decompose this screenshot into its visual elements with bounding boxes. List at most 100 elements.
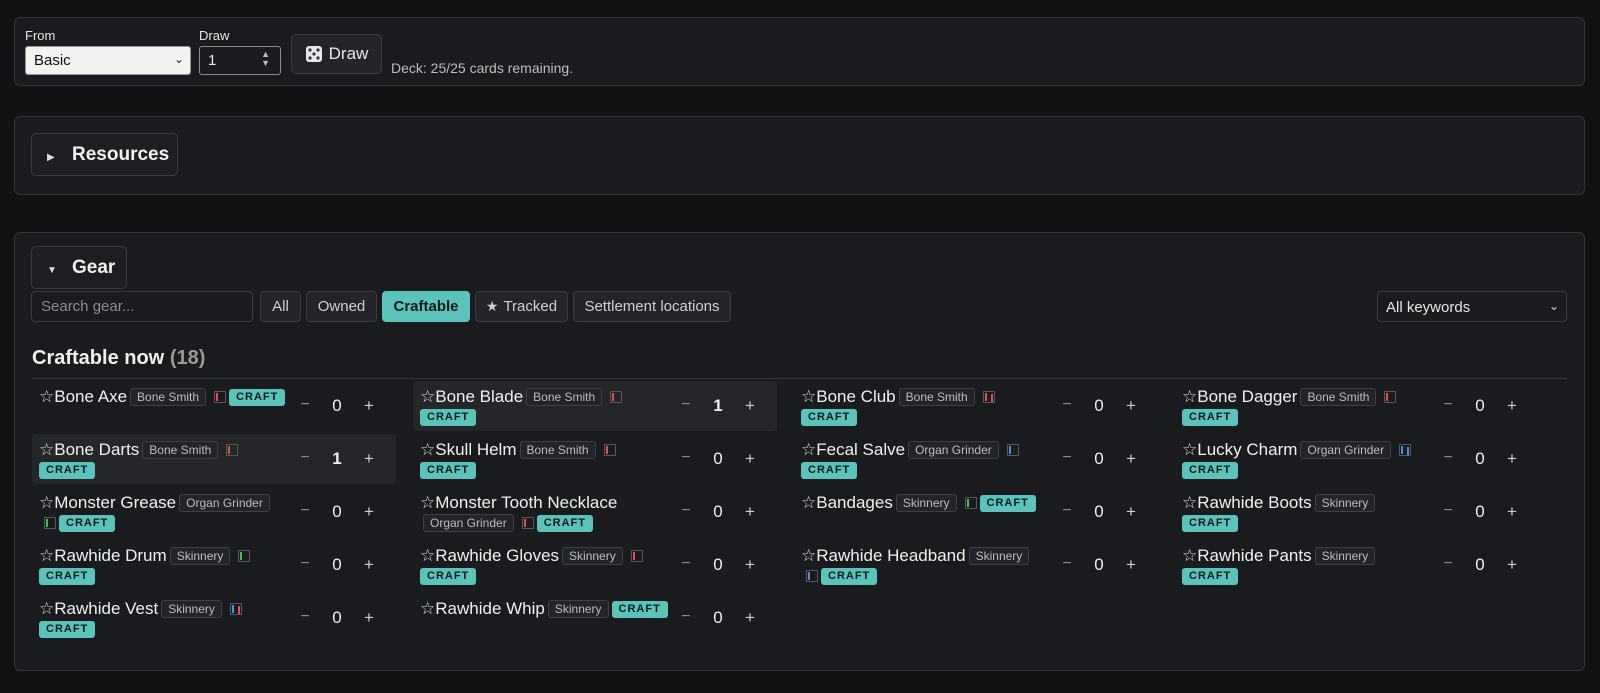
increment-button[interactable]: + [1503, 449, 1521, 469]
star-outline-icon[interactable]: ☆ [801, 440, 816, 459]
filter-craftable-label: Craftable [393, 298, 459, 315]
craft-button[interactable]: CRAFT [1182, 408, 1239, 426]
craft-button[interactable]: CRAFT [536, 514, 593, 532]
stepper-arrows-icon[interactable]: ▲ ▼ [261, 50, 270, 68]
craft-button[interactable]: CRAFT [39, 461, 96, 479]
craft-button[interactable]: CRAFT [1182, 567, 1239, 585]
star-outline-icon[interactable]: ☆ [801, 546, 816, 565]
star-outline-icon[interactable]: ☆ [39, 440, 54, 459]
quantity-stepper: −0 + [1058, 502, 1148, 522]
increment-button[interactable]: + [360, 396, 378, 416]
craft-button[interactable]: CRAFT [39, 567, 96, 585]
star-outline-icon[interactable]: ☆ [420, 440, 435, 459]
increment-button[interactable]: + [741, 396, 759, 416]
increment-button[interactable]: + [360, 502, 378, 522]
craft-button[interactable]: CRAFT [801, 408, 858, 426]
decrement-button[interactable]: − [677, 608, 695, 626]
decrement-button[interactable]: − [1439, 502, 1457, 520]
star-outline-icon[interactable]: ☆ [801, 493, 816, 512]
increment-button[interactable]: + [1122, 502, 1140, 522]
decrement-button[interactable]: − [296, 396, 314, 414]
decrement-button[interactable]: − [296, 449, 314, 467]
from-select[interactable]: Basic ⌄ [25, 46, 191, 75]
craft-button[interactable]: CRAFT [1182, 461, 1239, 479]
quantity-stepper: −0 + [1439, 502, 1529, 522]
decrement-button[interactable]: − [1439, 396, 1457, 414]
gear-name: Bone Axe [54, 387, 128, 406]
filter-settlement-locations[interactable]: Settlement locations [573, 291, 731, 322]
gear-row: ☆Bone Darts Bone Smith CRAFT −1 + [32, 434, 396, 484]
craft-button[interactable]: CRAFT [611, 600, 668, 618]
increment-button[interactable]: + [360, 555, 378, 575]
increment-button[interactable]: + [360, 608, 378, 628]
increment-button[interactable]: + [1122, 396, 1140, 416]
decrement-button[interactable]: − [296, 608, 314, 626]
decrement-button[interactable]: − [1439, 449, 1457, 467]
keywords-select[interactable]: All keywords ⌄ [1377, 291, 1567, 322]
star-outline-icon[interactable]: ☆ [39, 599, 54, 618]
decrement-button[interactable]: − [296, 555, 314, 573]
filter-all[interactable]: All [260, 291, 301, 322]
star-outline-icon[interactable]: ☆ [420, 387, 435, 406]
quantity-stepper: −0 + [296, 502, 386, 522]
decrement-button[interactable]: − [296, 502, 314, 520]
filter-owned[interactable]: Owned [306, 291, 377, 322]
craft-button[interactable]: CRAFT [979, 494, 1036, 512]
star-outline-icon[interactable]: ☆ [420, 599, 435, 618]
increment-button[interactable]: + [741, 555, 759, 575]
star-outline-icon[interactable]: ☆ [420, 493, 435, 512]
location-badge: Bone Smith [526, 388, 603, 406]
craft-button[interactable]: CRAFT [1182, 514, 1239, 532]
craft-button[interactable]: CRAFT [420, 567, 477, 585]
decrement-button[interactable]: − [677, 502, 695, 520]
craft-button[interactable]: CRAFT [420, 461, 477, 479]
star-outline-icon[interactable]: ☆ [420, 546, 435, 565]
craft-button[interactable]: CRAFT [821, 567, 878, 585]
filter-tracked[interactable]: ★ Tracked [475, 291, 568, 322]
craft-button[interactable]: CRAFT [229, 388, 286, 406]
increment-button[interactable]: + [1503, 555, 1521, 575]
star-outline-icon[interactable]: ☆ [801, 387, 816, 406]
search-input[interactable] [31, 291, 253, 322]
gear-name: Fecal Salve [816, 440, 906, 459]
craft-button[interactable]: CRAFT [801, 461, 858, 479]
star-outline-icon[interactable]: ☆ [1182, 440, 1197, 459]
decrement-button[interactable]: − [1439, 555, 1457, 573]
star-outline-icon[interactable]: ☆ [1182, 387, 1197, 406]
decrement-button[interactable]: − [677, 555, 695, 573]
decrement-button[interactable]: − [1058, 502, 1076, 520]
decrement-button[interactable]: − [1058, 396, 1076, 414]
location-badge: Skinnery [169, 547, 231, 565]
increment-button[interactable]: + [1503, 396, 1521, 416]
location-badge: Skinnery [547, 600, 609, 618]
decrement-button[interactable]: − [677, 449, 695, 467]
increment-button[interactable]: + [741, 502, 759, 522]
craft-button[interactable]: CRAFT [59, 514, 116, 532]
star-outline-icon[interactable]: ☆ [1182, 546, 1197, 565]
resources-toggle[interactable]: ▶ Resources [31, 133, 178, 176]
decrement-button[interactable]: − [1058, 449, 1076, 467]
increment-button[interactable]: + [1122, 555, 1140, 575]
increment-button[interactable]: + [360, 449, 378, 469]
increment-button[interactable]: + [741, 608, 759, 628]
craft-button[interactable]: CRAFT [39, 620, 96, 638]
decrement-button[interactable]: − [677, 396, 695, 414]
quantity-value: 1 [713, 396, 723, 415]
increment-button[interactable]: + [741, 449, 759, 469]
filter-craftable[interactable]: Craftable [382, 291, 470, 322]
star-outline-icon[interactable]: ☆ [39, 387, 54, 406]
increment-button[interactable]: + [1503, 502, 1521, 522]
gear-toggle[interactable]: ▼ Gear [31, 246, 127, 289]
gear-row: ☆Bone Club Bone Smith CRAFT −0 + [794, 381, 1158, 431]
craft-button[interactable]: CRAFT [420, 408, 477, 426]
draw-button[interactable]: Draw [291, 34, 382, 74]
star-outline-icon[interactable]: ☆ [1182, 493, 1197, 512]
quantity-stepper: −0 + [296, 608, 386, 628]
star-outline-icon[interactable]: ☆ [39, 546, 54, 565]
decrement-button[interactable]: − [1058, 555, 1076, 573]
star-outline-icon[interactable]: ☆ [39, 493, 54, 512]
draw-count-input[interactable]: 1 ▲ ▼ [199, 46, 281, 75]
gear-row: ☆Bandages Skinnery CRAFT −0 + [794, 487, 1158, 537]
increment-button[interactable]: + [1122, 449, 1140, 469]
gear-info: ☆Bone Axe Bone Smith CRAFT [39, 387, 289, 407]
